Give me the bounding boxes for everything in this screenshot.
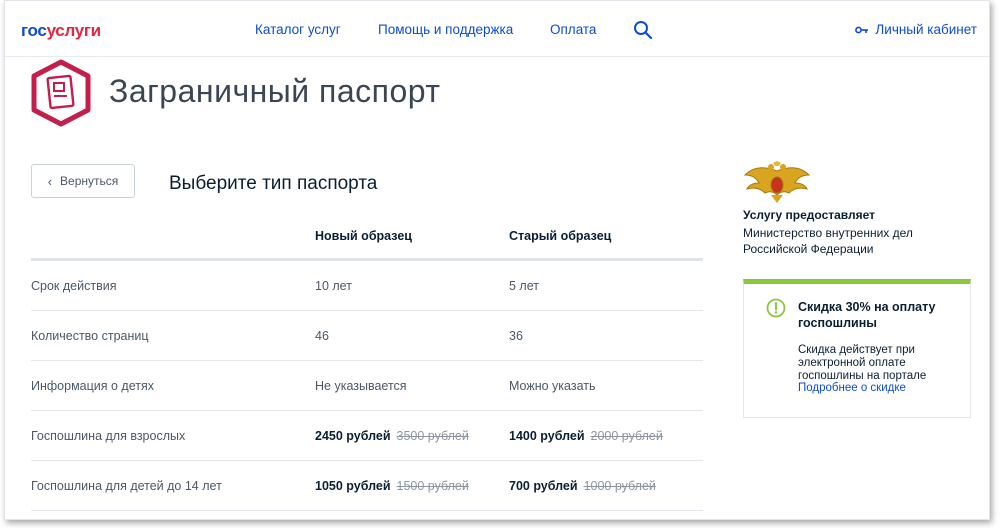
old-price: 1400 рублей (509, 429, 585, 443)
provider-name: Министерство внутренних дел Российской Ф… (743, 226, 913, 256)
new-value: 46 (315, 329, 329, 343)
new-value: 10 лет (315, 279, 352, 293)
old-old-price: 1000 рублей (583, 479, 656, 493)
old-value: 36 (509, 329, 523, 343)
logo-part-gos: гос (21, 21, 47, 40)
table-row: Информация о детях Не указывается Можно … (31, 361, 703, 411)
old-old-price: 2000 рублей (590, 429, 663, 443)
page-title: Заграничный паспорт (109, 73, 441, 109)
passport-comparison-table: Новый образец Старый образец Срок действ… (31, 215, 703, 511)
row-label: Срок действия (31, 279, 117, 293)
table-row: Госпошлина для взрослых 2450 рублей 3500 … (31, 411, 703, 461)
new-old-price: 1500 рублей (396, 479, 469, 493)
exclamation-circle-icon (766, 298, 786, 318)
gosuslugi-logo[interactable]: госуслуги (21, 21, 101, 41)
discount-details-link[interactable]: Подробнее о скидке (798, 382, 906, 394)
new-price: 2450 рублей (315, 429, 391, 443)
table-row: Госпошлина для детей до 14 лет 1050 рубл… (31, 461, 703, 511)
browser-viewport: госуслуги Каталог услуг Помощь и поддерж… (4, 0, 990, 520)
table-row: Срок действия 10 лет 5 лет (31, 261, 703, 311)
logo-part-uslugi: услуги (46, 21, 102, 40)
back-button-label: Вернуться (60, 174, 119, 188)
table-header: Новый образец Старый образец (31, 215, 703, 261)
old-price-cell: 700 рублей 1000 рублей (509, 479, 656, 493)
new-price-cell: 2450 рублей 3500 рублей (315, 429, 469, 443)
new-value: Не указывается (315, 379, 407, 393)
nav-help[interactable]: Помощь и поддержка (378, 22, 513, 37)
passport-icon (31, 59, 91, 127)
new-price-cell: 1050 рублей 1500 рублей (315, 479, 469, 493)
table-row: Количество страниц 46 36 (31, 311, 703, 361)
new-price: 1050 рублей (315, 479, 391, 493)
back-button[interactable]: ‹ Вернуться (31, 164, 135, 198)
double-headed-eagle-icon (743, 161, 811, 203)
chevron-left-icon: ‹ (47, 173, 53, 189)
provider-label: Услугу предоставляет (743, 208, 876, 222)
old-price-cell: 1400 рублей 2000 рублей (509, 429, 663, 443)
row-label: Госпошлина для взрослых (31, 429, 186, 443)
personal-cabinet-label: Личный кабинет (875, 22, 977, 37)
search-icon[interactable] (633, 20, 653, 40)
new-old-price: 3500 рублей (396, 429, 469, 443)
discount-title: Скидка 30% на оплату госпошлины (798, 300, 936, 330)
personal-cabinet-link[interactable]: Личный кабинет (855, 22, 977, 37)
key-icon (855, 26, 869, 33)
nav-catalog[interactable]: Каталог услуг (255, 22, 341, 37)
discount-text: Скидка действует при электронной оплате … (798, 344, 927, 382)
row-label: Госпошлина для детей до 14 лет (31, 479, 222, 493)
row-label: Количество страниц (31, 329, 149, 343)
discount-card: Скидка 30% на оплату госпошлины Скидка д… (743, 279, 971, 418)
site-header: госуслуги Каталог услуг Помощь и поддерж… (5, 1, 989, 57)
old-value: 5 лет (509, 279, 539, 293)
column-header-old: Старый образец (509, 229, 612, 243)
nav-payment[interactable]: Оплата (550, 22, 596, 37)
row-label: Информация о детях (31, 379, 155, 393)
old-price: 700 рублей (509, 479, 578, 493)
passport-type-subtitle: Выберите тип паспорта (169, 173, 378, 194)
column-header-new: Новый образец (315, 229, 412, 243)
old-value: Можно указать (509, 379, 596, 393)
